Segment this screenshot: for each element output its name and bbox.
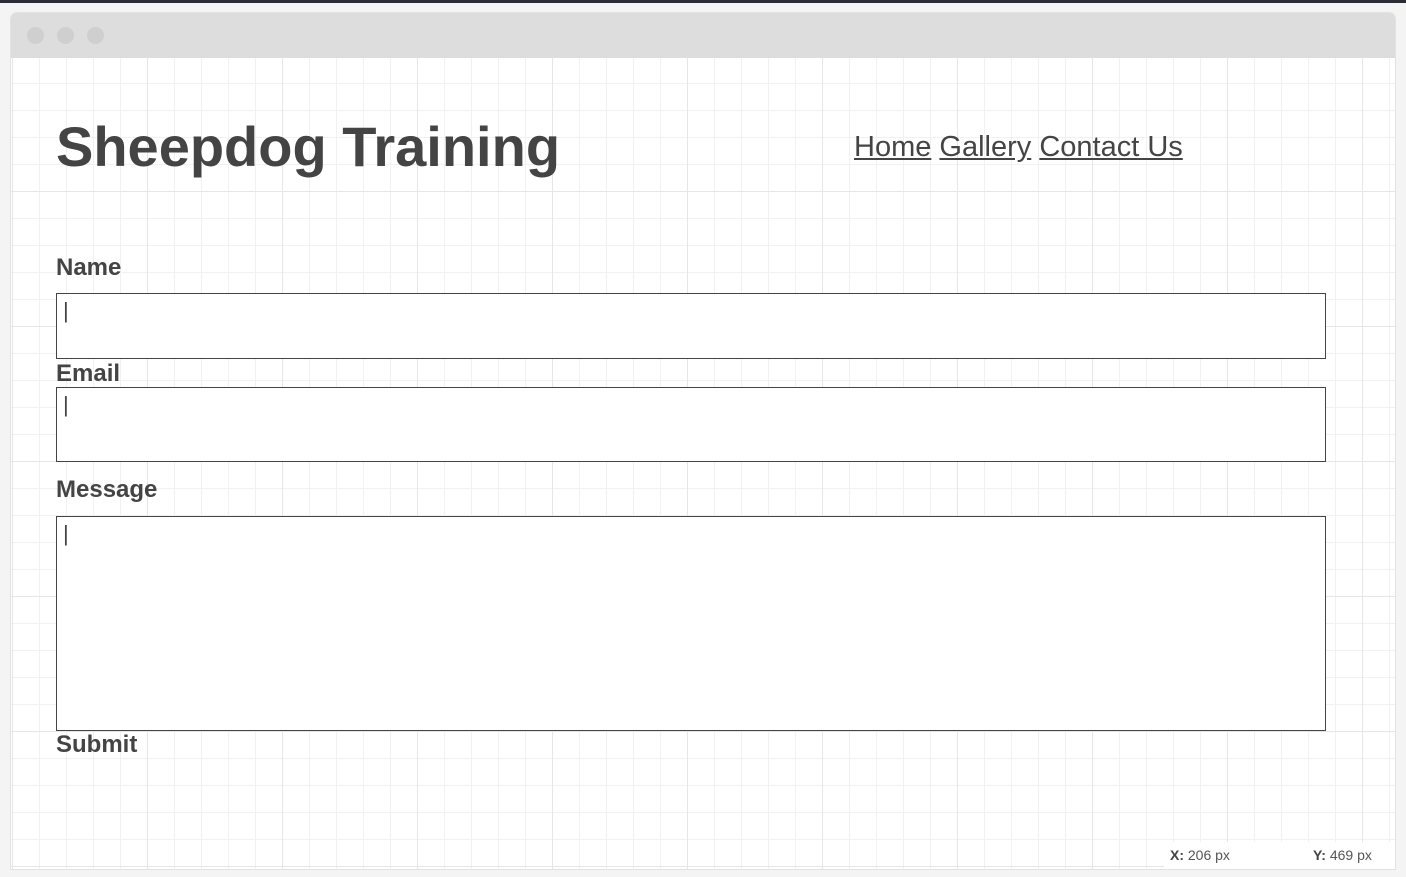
name-field-caret: |	[63, 298, 69, 323]
main-nav: Home Gallery Contact Us	[854, 130, 1183, 164]
message-field[interactable]: |	[56, 516, 1326, 731]
grid-canvas: Sheepdog Training Home Gallery Contact U…	[11, 58, 1395, 869]
y-coordinate: Y: 469 px	[1313, 847, 1372, 863]
window-titlebar	[11, 13, 1395, 58]
email-label: Email	[56, 360, 121, 387]
email-field-caret: |	[63, 392, 69, 417]
nav-link-contact-us[interactable]: Contact Us	[1039, 131, 1182, 163]
message-field-caret: |	[63, 521, 69, 546]
email-field[interactable]: |	[56, 387, 1326, 462]
cursor-coordinates: X: 206 px Y: 469 px	[1164, 842, 1395, 869]
name-field[interactable]: |	[56, 293, 1326, 359]
nav-link-gallery[interactable]: Gallery	[939, 131, 1031, 163]
close-window-dot-icon[interactable]	[27, 27, 44, 44]
top-strip	[0, 0, 1406, 3]
minimize-window-dot-icon[interactable]	[57, 27, 74, 44]
submit-button[interactable]: Submit	[56, 731, 137, 759]
x-coordinate: X: 206 px	[1170, 847, 1230, 863]
nav-link-home[interactable]: Home	[854, 131, 931, 163]
page-title: Sheepdog Training	[56, 115, 561, 178]
browser-window: Sheepdog Training Home Gallery Contact U…	[11, 13, 1395, 869]
maximize-window-dot-icon[interactable]	[87, 27, 104, 44]
name-label: Name	[56, 254, 122, 281]
message-label: Message	[56, 476, 158, 503]
